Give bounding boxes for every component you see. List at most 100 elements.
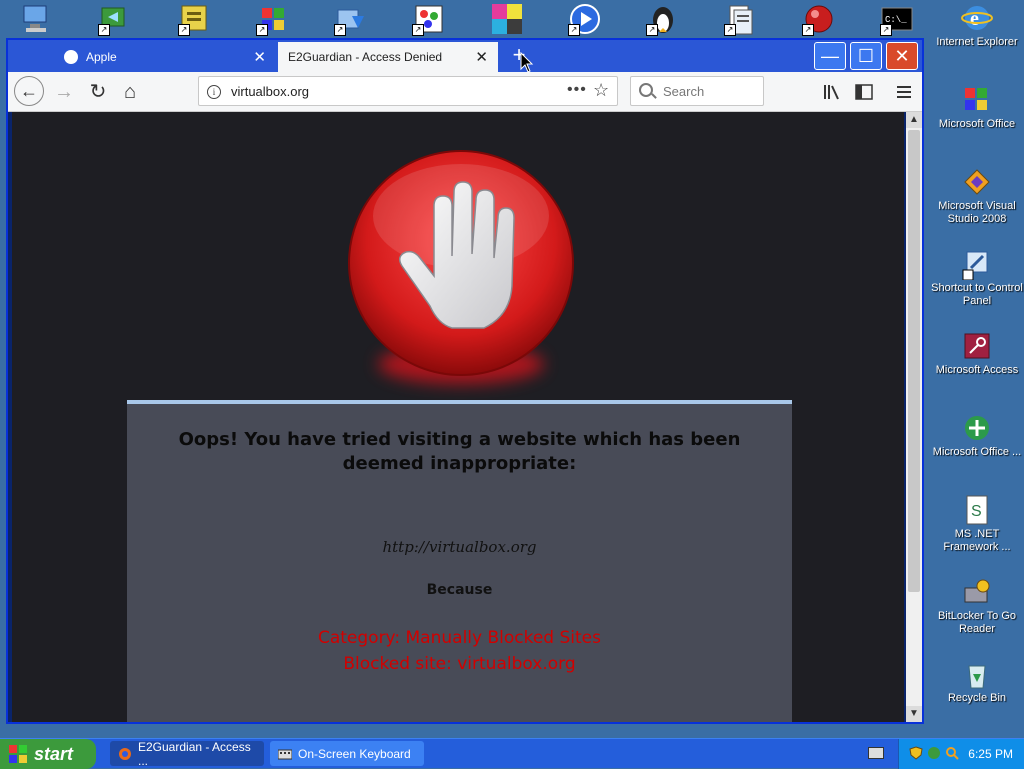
scroll-up-icon[interactable]: ▲ <box>906 112 922 128</box>
bitlocker-icon <box>961 576 993 608</box>
block-category-text: Category: Manually Blocked Sites <box>317 628 602 648</box>
menu-icon[interactable] <box>894 82 914 102</box>
svg-text:S: S <box>971 503 982 520</box>
start-button[interactable]: start <box>0 739 96 769</box>
tab-close-icon[interactable]: ✕ <box>253 48 266 66</box>
desktop-icon-label: Shortcut to Control Panel <box>931 282 1023 307</box>
paint-icon[interactable]: ↗ <box>412 2 446 36</box>
red-ball-icon[interactable]: ↗ <box>802 2 836 36</box>
system-tray: 6:25 PM <box>898 739 1024 769</box>
download-icon[interactable]: ↗ <box>334 2 368 36</box>
recycle-bin-icon <box>961 658 993 690</box>
stop-hand-icon <box>344 146 578 380</box>
document-folder-icon[interactable]: ↗ <box>724 2 758 36</box>
tab-apple[interactable]: Apple ✕ <box>52 42 276 72</box>
forward-button[interactable]: → <box>50 78 78 106</box>
desktop-icon-label: Microsoft Access <box>935 364 1019 376</box>
url-bar[interactable]: i virtualbox.org ••• ☆ <box>198 76 618 106</box>
back-button[interactable]: ← <box>14 76 44 106</box>
desktop-icon-recycle-bin[interactable]: Recycle Bin <box>930 658 1024 705</box>
sidebar-icon[interactable] <box>854 82 874 102</box>
taskbar-item-keyboard[interactable]: On-Screen Keyboard <box>270 741 424 766</box>
clock[interactable]: 6:25 PM <box>968 747 1013 761</box>
desktop-icon-label: Microsoft Visual Studio 2008 <box>938 200 1016 225</box>
maximize-button[interactable]: ☐ <box>850 42 882 70</box>
apple-favicon-icon <box>64 50 78 64</box>
desktop-icon-label: Recycle Bin <box>947 692 1007 704</box>
taskbar-item-label: On-Screen Keyboard <box>298 746 411 761</box>
network-sync-icon[interactable]: ↗ <box>98 2 132 36</box>
desktop-icon-control-panel[interactable]: Shortcut to Control Panel <box>930 248 1024 308</box>
scroll-down-icon[interactable]: ▼ <box>906 706 922 722</box>
windows-update-icon[interactable]: ↗ <box>256 2 290 36</box>
because-label: Because <box>426 582 493 598</box>
color-swatch-icon[interactable] <box>490 2 524 36</box>
command-prompt-icon[interactable]: C:\_ ↗ <box>880 2 914 36</box>
svg-text:e: e <box>970 8 979 30</box>
microsoft-office-2-icon <box>961 412 993 444</box>
security-shield-icon[interactable] <box>909 746 923 760</box>
desktop-icon-label: Microsoft Office <box>938 118 1016 130</box>
desktop-icon-bitlocker[interactable]: BitLocker To Go Reader <box>930 576 1024 636</box>
microsoft-office-icon <box>961 84 993 116</box>
url-text[interactable]: virtualbox.org <box>231 84 309 99</box>
windows-flag-icon <box>8 744 28 764</box>
taskbar: start E2Guardian - Access ... On-Screen … <box>0 738 1024 769</box>
desktop-icon-visual-studio[interactable]: Microsoft Visual Studio 2008 <box>930 166 1024 226</box>
bookmark-star-icon[interactable]: ☆ <box>593 80 609 101</box>
keyboard-icon <box>277 747 293 761</box>
home-icon[interactable]: ⌂ <box>116 78 144 106</box>
desktop-top-icons: ↗ ↗ ↗ ↗ ↗ ↗ ↗ ↗ ↗ C:\_ ↗ <box>0 0 930 38</box>
dotnet-framework-icon: S <box>961 494 993 526</box>
microsoft-access-icon <box>961 330 993 362</box>
search-icon <box>639 83 653 97</box>
tab-label: E2Guardian - Access Denied <box>288 50 443 64</box>
desktop-icon-label: BitLocker To Go Reader <box>937 610 1017 635</box>
tab-close-icon[interactable]: ✕ <box>475 48 488 66</box>
info-icon[interactable]: i <box>207 85 221 99</box>
desktop-icons-column: e Internet Explorer Microsoft Office Mic… <box>930 0 1024 738</box>
search-placeholder: Search <box>663 84 705 99</box>
minimize-button[interactable]: — <box>814 42 846 70</box>
media-player-icon[interactable]: ↗ <box>568 2 602 36</box>
access-denied-panel: Oops! You have tried visiting a website … <box>127 400 792 722</box>
visual-studio-icon <box>961 166 993 198</box>
search-input[interactable]: Search <box>630 76 764 106</box>
network-tray-icon[interactable] <box>927 746 941 760</box>
desktop-icon-dotnet[interactable]: S MS .NET Framework ... <box>930 494 1024 554</box>
page-content: Oops! You have tried visiting a website … <box>12 112 904 722</box>
my-computer-icon[interactable] <box>20 2 54 36</box>
firefox-icon <box>118 747 132 761</box>
taskbar-item-label: E2Guardian - Access ... <box>138 739 251 768</box>
blocked-url-text: http://virtualbox.org <box>382 538 537 556</box>
start-label: start <box>34 743 74 764</box>
taskbar-item-browser[interactable]: E2Guardian - Access ... <box>110 739 264 768</box>
control-panel-icon <box>961 248 993 281</box>
mouse-cursor-icon <box>520 51 534 74</box>
desktop-icon-microsoft-office-2[interactable]: Microsoft Office ... <box>930 412 1024 459</box>
browser-window: Apple ✕ E2Guardian - Access Denied ✕ + —… <box>6 38 924 724</box>
desktop-icon-internet-explorer[interactable]: e Internet Explorer <box>930 2 1024 49</box>
desktop-icon-label: MS .NET Framework ... <box>943 528 1011 553</box>
desktop-icon-microsoft-access[interactable]: Microsoft Access <box>930 330 1024 377</box>
vertical-scrollbar[interactable]: ▲ ▼ <box>906 112 922 722</box>
linux-penguin-icon[interactable]: ↗ <box>646 2 680 36</box>
desktop-icon-microsoft-office[interactable]: Microsoft Office <box>930 84 1024 131</box>
tab-label: Apple <box>86 50 117 64</box>
library-icon[interactable] <box>822 82 842 102</box>
desktop-icon-label: Microsoft Office ... <box>932 446 1022 458</box>
internet-explorer-icon: e <box>961 2 993 34</box>
scroll-thumb[interactable] <box>908 130 920 592</box>
desktop-icon-label: Internet Explorer <box>936 36 1018 48</box>
tab-access-denied[interactable]: E2Guardian - Access Denied ✕ <box>278 42 498 72</box>
page-actions-icon[interactable]: ••• <box>567 81 587 99</box>
denied-message-title: Oops! You have tried visiting a website … <box>178 429 741 474</box>
reload-button[interactable]: ↻ <box>84 78 112 106</box>
close-button[interactable]: ✕ <box>886 42 918 70</box>
navigation-toolbar: ← → ↻ ⌂ i virtualbox.org ••• ☆ Search <box>8 72 922 112</box>
blocked-site-text: Blocked site: virtualbox.org <box>343 654 576 674</box>
notepad-icon[interactable]: ↗ <box>178 2 212 36</box>
keyboard-tray-icon[interactable] <box>868 747 884 759</box>
title-bar: Apple ✕ E2Guardian - Access Denied ✕ + —… <box>8 40 922 72</box>
search-tray-icon[interactable] <box>945 746 959 760</box>
